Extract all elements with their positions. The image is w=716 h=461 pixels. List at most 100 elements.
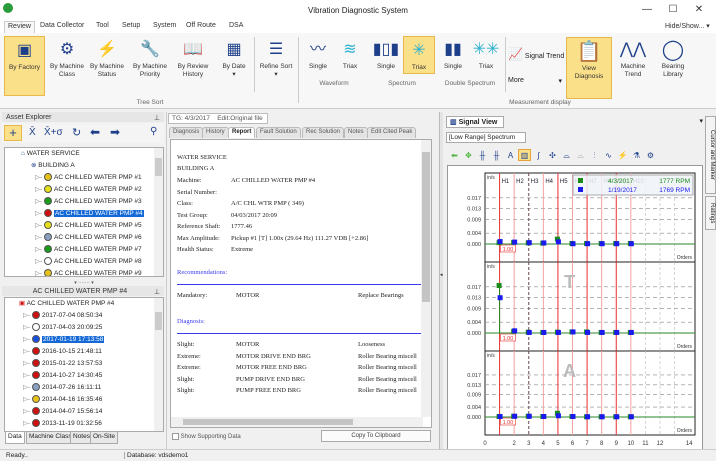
history-item[interactable]: ▷‐ 2014-07-26 16:11:11 <box>5 382 163 394</box>
pan-icon[interactable]: ✥ <box>462 150 475 162</box>
mean-sigma-filter-icon[interactable]: X̄+σ <box>44 127 63 138</box>
spectrum-chart[interactable]: 0.017 0.013 0.009 0.004 0.000 in/s Orders 1.00 0… <box>448 166 704 451</box>
tab-data[interactable]: Data <box>5 432 25 444</box>
tree-item-machine[interactable]: ▷‐ AC CHILLED WATER PMP #1 <box>5 172 163 184</box>
history-item[interactable]: ▷‐ 2014-04-07 15:56:14 <box>5 406 163 418</box>
machine-trend-button[interactable]: ⋀⋀ Machine Trend <box>615 36 651 96</box>
peaks-icon[interactable]: ⫶ <box>588 150 601 162</box>
tab-edit-cited-peak[interactable]: Edit Cited Peak <box>367 127 417 138</box>
pin-icon[interactable]: ⊥ <box>154 114 160 122</box>
bar-chart-icon[interactable]: ▥ <box>518 149 531 161</box>
tree-item-machine[interactable]: ▷‐ AC CHILLED WATER PMP #3 <box>5 196 163 208</box>
ratings-side-tab[interactable]: Ratings <box>705 196 716 230</box>
history-root[interactable]: ▣ AC CHILLED WATER PMP #4 <box>5 298 163 310</box>
overlay-icon[interactable]: ⌓ <box>560 150 573 162</box>
pin-icon[interactable]: ⊥ <box>154 288 160 296</box>
waveform-triax-button[interactable]: ≋ Triax <box>334 36 366 74</box>
show-supporting-checkbox[interactable]: Show Supporting Data <box>172 433 241 440</box>
disabled-overlay-icon[interactable]: ⌓ <box>574 150 587 162</box>
report-hscrollbar[interactable] <box>171 417 423 427</box>
tab-off-route[interactable]: Off Route <box>186 22 216 29</box>
history-scrollbar[interactable] <box>154 298 163 431</box>
add-icon[interactable]: + <box>4 125 22 141</box>
zoom-axis-icon[interactable]: ✣ <box>546 150 559 162</box>
by-machine-class-button[interactable]: ⚙ By Machine Class <box>48 36 86 96</box>
low-range-spectrum-tab[interactable]: [Low Range] Spectrum <box>446 132 526 143</box>
tree-item-water-service[interactable]: ⌂ WATER SERVICE <box>5 148 163 160</box>
splitter[interactable]: ▾ ······· ▾ <box>4 280 164 286</box>
tab-system[interactable]: System <box>153 22 176 29</box>
copy-to-clipboard-button[interactable]: Copy To Clipboard <box>321 430 431 442</box>
maximize-button[interactable]: ☐ <box>662 4 684 15</box>
by-machine-status-button[interactable]: ⚡ By Machine Status <box>88 36 126 96</box>
tree-item-machine[interactable]: ▷‐ AC CHILLED WATER PMP #6 <box>5 232 163 244</box>
history-item[interactable]: ▷‐ 2014-04-16 16:35:46 <box>5 394 163 406</box>
splitter-handle[interactable]: ◂ <box>439 112 443 449</box>
by-date-button[interactable]: ▦ By Date ▾ <box>216 36 252 96</box>
tab-dsa[interactable]: DSA <box>229 22 243 29</box>
by-factory-button[interactable]: ▣ By Factory <box>4 36 45 96</box>
refresh-icon[interactable]: ↻ <box>72 126 81 139</box>
back-arrow-icon[interactable]: ⬅ <box>90 125 100 139</box>
back-icon[interactable]: ⬅ <box>448 150 461 162</box>
tree-item-machine[interactable]: ▷‐ AC CHILLED WATER PMP #2 <box>5 184 163 196</box>
tree-item-machine[interactable]: ▷‐ AC CHILLED WATER PMP #4 <box>5 208 163 220</box>
probe-icon[interactable]: ∫ <box>532 150 545 162</box>
tab-machine-class[interactable]: Machine Class <box>26 432 75 444</box>
pulse-icon[interactable]: ⚡ <box>616 150 629 162</box>
tree-item-machine[interactable]: ▷‐ AC CHILLED WATER PMP #9 <box>5 268 163 276</box>
tab-on-site[interactable]: On-Site <box>90 432 119 444</box>
mean-filter-icon[interactable]: X̄ <box>29 127 36 138</box>
tab-data-collector[interactable]: Data Collector <box>40 22 84 29</box>
history-item[interactable]: ▷‐ 2017-04-03 20:09:25 <box>5 322 163 334</box>
tab-notes[interactable]: Notes <box>344 127 368 138</box>
tree-item-machine[interactable]: ▷‐ AC CHILLED WATER PMP #5 <box>5 220 163 232</box>
forward-arrow-icon[interactable]: ➡ <box>110 125 120 139</box>
checkbox-icon[interactable] <box>172 433 179 440</box>
bearing-library-button[interactable]: ◯ Bearing Library <box>654 36 692 96</box>
refine-sort-button[interactable]: ☰ Refine Sort ▾ <box>258 36 294 96</box>
tab-rec-solution[interactable]: Rec Solution <box>302 127 345 138</box>
settings-icon[interactable]: ⚙ <box>644 150 657 162</box>
brush-icon[interactable]: ⚲ <box>150 126 157 137</box>
tree-item-building-a[interactable]: ⊗ BUILDING A <box>5 160 163 172</box>
signal-trend-button[interactable]: 📈 Signal Trend <box>508 47 564 61</box>
by-review-history-button[interactable]: 📖 By Review History <box>174 36 212 96</box>
wave-icon[interactable]: ∿ <box>602 150 615 162</box>
peak-label-icon[interactable]: A <box>504 150 517 162</box>
waveform-single-button[interactable]: 〰 Single <box>302 36 334 74</box>
doc-tab[interactable]: TG: 4/3/2017 Edit:Original file <box>168 113 268 124</box>
tree-item-machine[interactable]: ▷‐ AC CHILLED WATER PMP #7 <box>5 244 163 256</box>
close-button[interactable]: ✕ <box>688 4 710 15</box>
tab-tool[interactable]: Tool <box>96 22 109 29</box>
signal-view-tab[interactable]: ▥ Signal View <box>446 116 504 128</box>
history-item[interactable]: ▷‐ 2015-01-22 13:57:53 <box>5 358 163 370</box>
history-item[interactable]: ▷‐ 2014-10-27 14:30:45 <box>5 370 163 382</box>
tab-report[interactable]: Report <box>228 127 256 138</box>
cursor-and-marker-side-tab[interactable]: Cursor and Marker <box>705 116 716 194</box>
asset-tree-scrollbar[interactable] <box>154 148 163 276</box>
spectrum-single-button[interactable]: ▮▯▮ Single <box>370 36 402 74</box>
more-dropdown[interactable]: More ▾ <box>508 77 562 85</box>
double-spectrum-triax-button[interactable]: ✳✳ Triax <box>470 36 502 74</box>
report-vscrollbar[interactable] <box>421 140 431 417</box>
tab-diagnosis[interactable]: Diagnosis <box>169 127 204 138</box>
harmonic-cursor-icon[interactable]: ╫ <box>476 150 489 162</box>
tab-setup[interactable]: Setup <box>122 22 140 29</box>
spectrum-triax-button[interactable]: ✳ Triax <box>403 36 435 74</box>
hide-show-menu[interactable]: Hide/Show... ▾ <box>665 22 710 30</box>
panel-menu-icon[interactable]: ▾ <box>699 117 703 125</box>
by-machine-priority-button[interactable]: 🔧 By Machine Priority <box>128 36 172 96</box>
history-item[interactable]: ▷‐ 2013-11-19 01:32:56 <box>5 418 163 430</box>
minimize-button[interactable]: — <box>636 4 658 15</box>
tab-history[interactable]: History <box>202 127 229 138</box>
history-item[interactable]: ▷‐ 2017-01-19 17:13:58 <box>5 334 163 346</box>
double-spectrum-single-button[interactable]: ▮▮ Single <box>437 36 469 74</box>
tree-item-machine[interactable]: ▷‐ AC CHILLED WATER PMP #8 <box>5 256 163 268</box>
bearing-fault-icon[interactable]: ⚗ <box>630 150 643 162</box>
sideband-cursor-icon[interactable]: ╫ <box>490 150 503 162</box>
history-item[interactable]: ▷‐ 2017-07-04 08:50:34 <box>5 310 163 322</box>
view-diagnosis-button[interactable]: 📋 View Diagnosis <box>566 37 612 99</box>
history-item[interactable]: ▷‐ 2016-10-15 21:48:11 <box>5 346 163 358</box>
tab-fault-solution[interactable]: Fault Solution <box>256 127 301 138</box>
